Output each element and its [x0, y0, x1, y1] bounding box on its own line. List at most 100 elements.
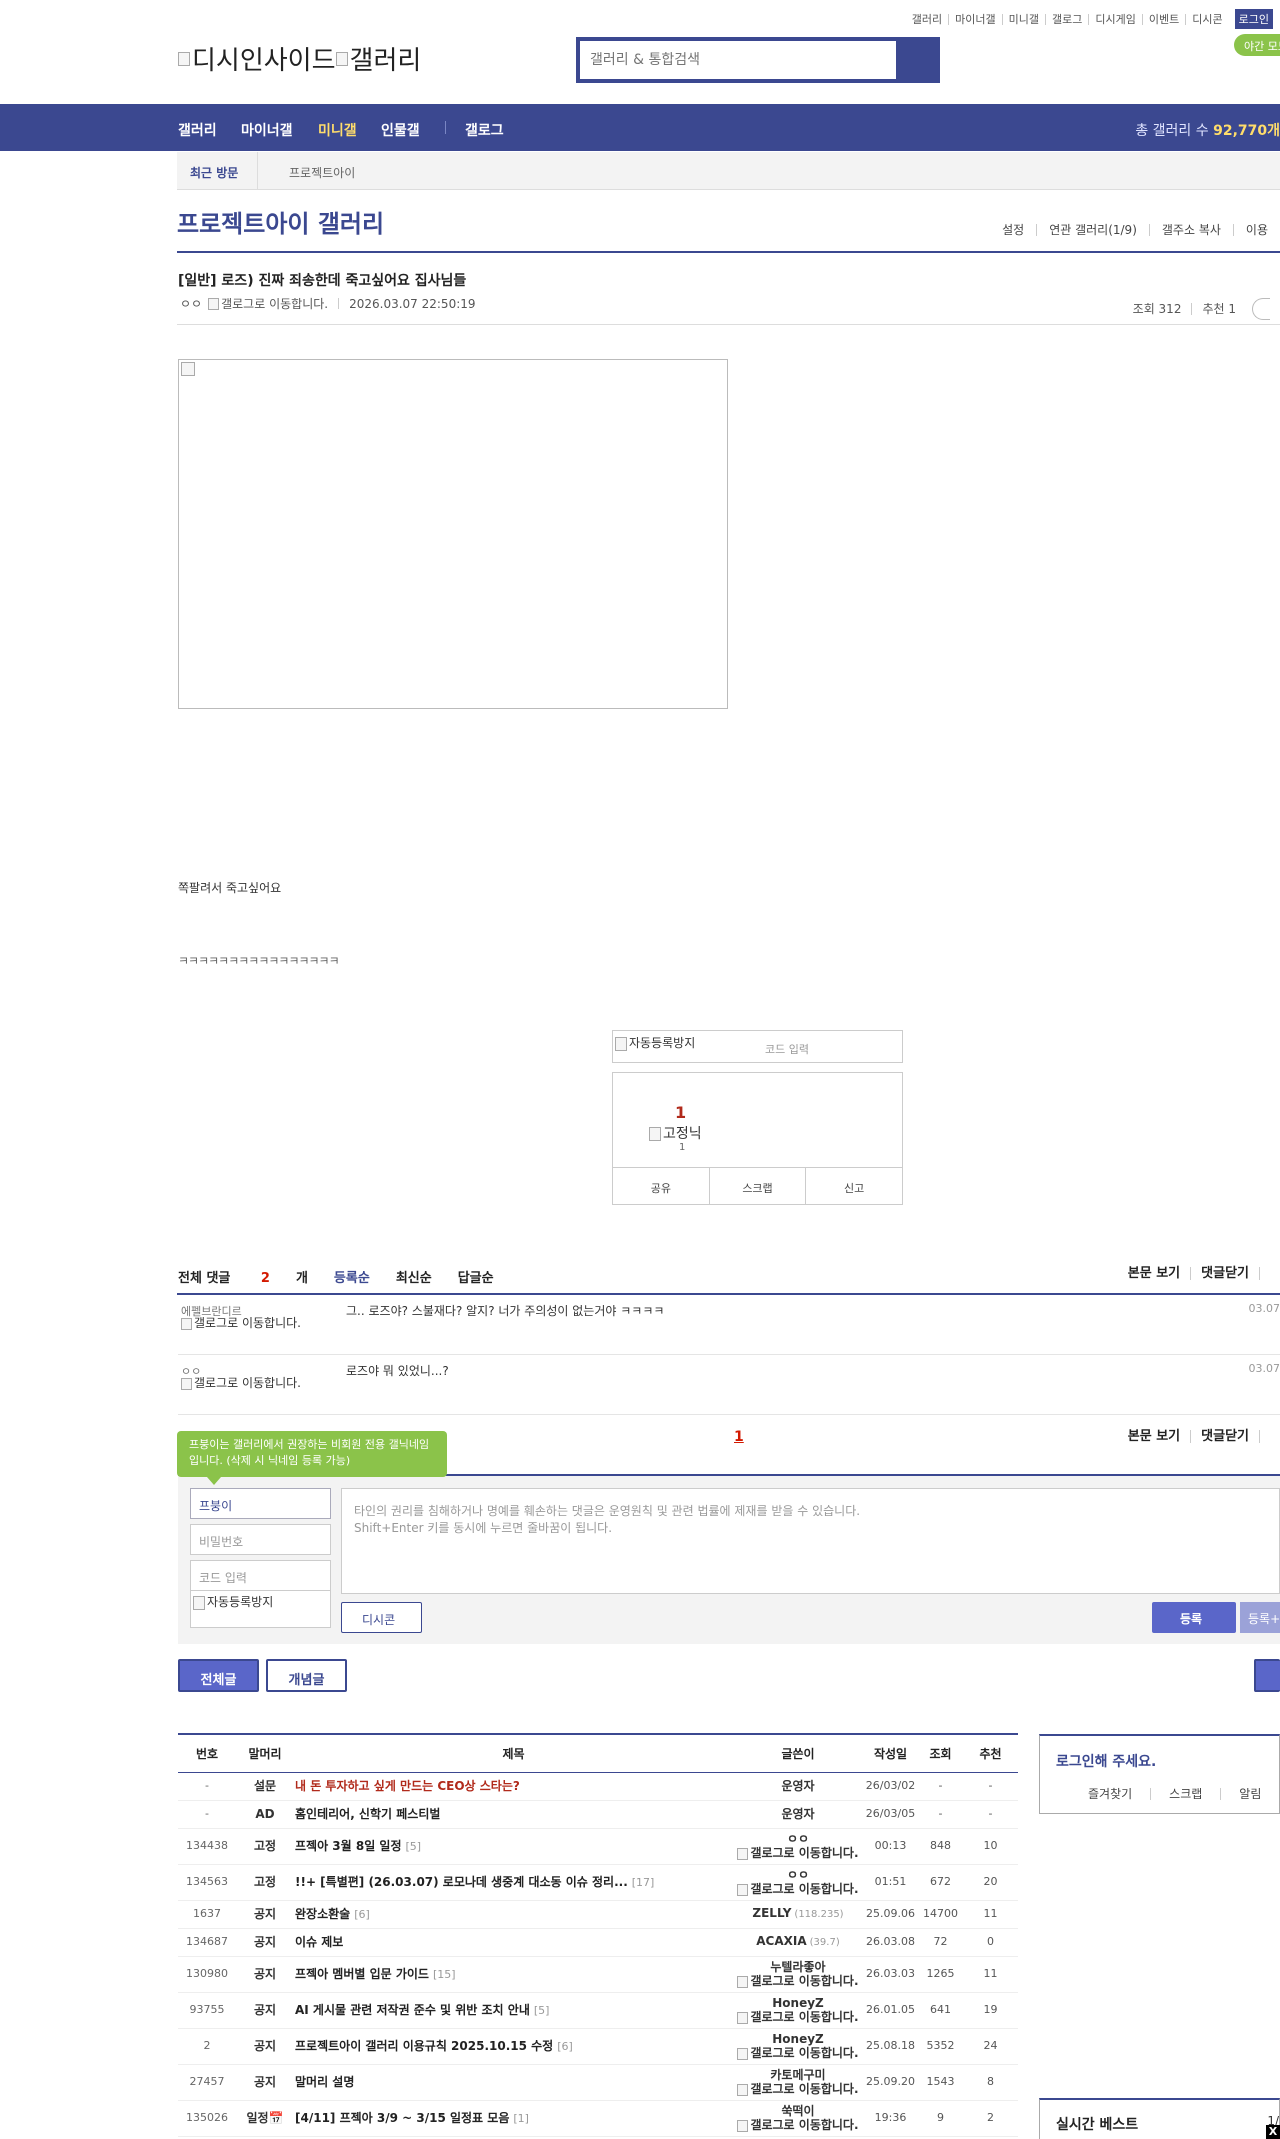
search-input[interactable] — [580, 41, 896, 79]
writer-nick[interactable]: 운영자 — [781, 1779, 814, 1793]
post-author-gallog[interactable]: 갤로그로 이동합니다. — [221, 295, 328, 312]
related-gallery-link[interactable]: 연관 갤러리(1/9) — [1036, 224, 1149, 236]
post-title-link[interactable]: 프젝아 3월 8일 일정 — [295, 1839, 402, 1853]
writer-nick[interactable]: ㅇㅇ — [787, 1832, 809, 1846]
post-title-link[interactable]: AI 게시물 관련 저작권 준수 및 위반 조치 안내 — [295, 2003, 530, 2017]
gallery-title[interactable]: 프로젝트아이 갤러리 — [177, 204, 384, 239]
writer-gallog-link[interactable]: 갤로그로 이동합니다. — [734, 2046, 862, 2060]
writer-gallog-link[interactable]: 갤로그로 이동합니다. — [734, 1846, 862, 1860]
writer-nick[interactable]: ACAXIA — [756, 1934, 806, 1948]
post-title-cell[interactable]: 이슈 제보 — [294, 1928, 733, 1957]
post-writer[interactable]: HoneyZ 갤로그로 이동합니다. — [733, 1992, 863, 2029]
writer-nick[interactable]: HoneyZ — [772, 2032, 824, 2046]
util-link-event[interactable]: 이벤트 — [1141, 13, 1185, 25]
search-button[interactable] — [896, 37, 940, 83]
close-icon[interactable]: X — [1266, 2125, 1280, 2139]
util-link-dcgame[interactable]: 디시게임 — [1088, 13, 1141, 25]
share-circle-button[interactable] — [1252, 298, 1270, 320]
report-button[interactable]: 신고 — [805, 1168, 902, 1204]
post-writer[interactable]: 카토메구미 갤로그로 이동합니다. — [733, 2064, 863, 2101]
writer-nick[interactable]: 쑥떡이 — [781, 2104, 814, 2118]
post-author[interactable]: ㅇㅇ — [180, 295, 202, 312]
post-title-link[interactable]: 완장소환술 — [295, 1907, 350, 1921]
recent-label[interactable]: 최근 방문 — [190, 164, 238, 181]
post-writer[interactable]: ACAXIA (39.7) — [733, 1928, 863, 1957]
post-writer[interactable]: ㅇㅇ 갤로그로 이동합니다. — [733, 1828, 863, 1865]
comment-page-1[interactable]: 1 — [734, 1429, 744, 1445]
post-writer[interactable]: HoneyZ 갤로그로 이동합니다. — [733, 2028, 863, 2065]
writer-nick[interactable]: HoneyZ — [772, 1996, 824, 2010]
post-writer[interactable]: 운영자 — [733, 1800, 863, 1829]
recent-gallery-link[interactable]: 프로젝트아이 — [289, 164, 355, 181]
password-input[interactable]: 비밀번호 — [190, 1524, 331, 1555]
util-link-gallery[interactable]: 갤러리 — [906, 14, 948, 25]
table-row[interactable]: 2 공지 프로젝트아이 갤러리 이용규칙 2025.10.15 수정 [6] Honey… — [178, 2028, 1018, 2065]
comment-gallog-link[interactable]: 갤로그로 이동합니다. — [181, 1377, 311, 1390]
post-writer[interactable]: ㅇㅇ 갤로그로 이동합니다. — [733, 1864, 863, 1901]
table-row[interactable]: - 설문 내 돈 투자하고 싶게 만드는 CEO상 스타는? 운영자 26/03/02-… — [178, 1772, 1018, 1801]
favorites-link[interactable]: 즐겨찾기 — [1040, 1788, 1150, 1800]
login-prompt[interactable]: 로그인해 주세요. — [1056, 1751, 1156, 1771]
nav-person[interactable]: 인물갤 — [381, 120, 420, 140]
write-button[interactable] — [1254, 1659, 1280, 1692]
close-comments-link[interactable]: 댓글닫기 — [1190, 1267, 1259, 1280]
reply-count[interactable]: [6] — [557, 2040, 573, 2053]
reply-count[interactable]: [5] — [406, 1840, 422, 1853]
post-title-link[interactable]: [4/11] 프젝아 3/9 ~ 3/15 일정표 모음 — [295, 2111, 509, 2125]
post-title-cell[interactable]: !!+ [특별편] (26.03.07) 로모나데 생중계 대소동 이슈 정리.… — [294, 1864, 733, 1901]
writer-nick[interactable]: ㅇㅇ — [787, 1868, 809, 1882]
post-title-cell[interactable]: 완장소환술 [6] — [294, 1900, 733, 1929]
scrap-button[interactable]: 스크랩 — [708, 1168, 806, 1204]
captcha-code-input[interactable]: 코드 입력 — [190, 1560, 331, 1590]
post-writer[interactable]: 운영자 — [733, 1772, 863, 1801]
nav-mini[interactable]: 미니갤 — [318, 120, 357, 140]
post-title-link[interactable]: 프젝아 멤버별 입문 가이드 — [295, 1967, 429, 1981]
refresh-link[interactable] — [1259, 1267, 1280, 1280]
sort-latest[interactable]: 최신순 — [396, 1267, 432, 1286]
writer-gallog-link[interactable]: 갤로그로 이동합니다. — [734, 2118, 862, 2132]
settings-link[interactable]: 설정 — [990, 224, 1036, 236]
util-link-mini[interactable]: 미니갤 — [1001, 13, 1045, 25]
util-link-dccon[interactable]: 디시콘 — [1185, 13, 1228, 25]
submit-recommend-button[interactable]: 등록+추천 — [1240, 1602, 1280, 1633]
table-row[interactable]: 134438 고정 프젝아 3월 8일 일정 [5] ㅇㅇ 갤로그로 이동합니다. 00:1… — [178, 1828, 1018, 1865]
table-row[interactable]: - AD 홈인테리어, 신학기 페스티벌 운영자 26/03/05- - — [178, 1800, 1018, 1829]
night-mode-button[interactable]: 야간 모드 — [1234, 34, 1280, 56]
login-button[interactable]: 로그인 — [1234, 9, 1273, 29]
view-post-link[interactable]: 본문 보기 — [1118, 1267, 1190, 1280]
refresh-link[interactable] — [1259, 1430, 1280, 1443]
reply-count[interactable]: [6] — [354, 1908, 370, 1921]
table-row[interactable]: 93755 공지 AI 게시물 관련 저작권 준수 및 위반 조치 안내 [5] Hon… — [178, 1992, 1018, 2029]
util-link-gallog[interactable]: 갤로그 — [1045, 13, 1088, 25]
dccon-button[interactable]: 디시콘 — [341, 1602, 422, 1633]
tab-concept-posts[interactable]: 개념글 — [266, 1659, 347, 1692]
post-writer[interactable]: 쑥떡이 갤로그로 이동합니다. — [733, 2100, 863, 2137]
post-title-link[interactable]: 이슈 제보 — [295, 1935, 343, 1949]
close-comments-link[interactable]: 댓글닫기 — [1190, 1430, 1259, 1443]
view-post-link[interactable]: 본문 보기 — [1118, 1430, 1190, 1443]
post-title-link[interactable]: !!+ [특별편] (26.03.07) 로모나데 생중계 대소동 이슈 정리.… — [295, 1875, 628, 1889]
submit-button[interactable]: 등록 — [1152, 1602, 1236, 1633]
post-title-link[interactable]: 내 돈 투자하고 싶게 만드는 CEO상 스타는? — [295, 1779, 520, 1793]
table-row[interactable]: 130980 공지 프젝아 멤버별 입문 가이드 [15] 누텔라좋아 갤로그로 이동합니… — [178, 1956, 1018, 1993]
writer-gallog-link[interactable]: 갤로그로 이동합니다. — [734, 1974, 862, 1988]
table-row[interactable]: 1637 공지 완장소환술 [6] ZELLY (118.235) 25.09.06 1470… — [178, 1900, 1018, 1929]
reply-count[interactable]: [5] — [534, 2004, 550, 2017]
post-title-cell[interactable]: 프젝아 3월 8일 일정 [5] — [294, 1828, 733, 1865]
util-link-minor[interactable]: 마이너갤 — [948, 13, 1001, 25]
post-writer[interactable]: 누텔라좋아 갤로그로 이동합니다. — [733, 1956, 863, 1993]
reply-count[interactable]: [17] — [632, 1876, 655, 1889]
post-title-cell[interactable]: 프젝아 멤버별 입문 가이드 [15] — [294, 1956, 733, 1993]
post-title-cell[interactable]: 홈인테리어, 신학기 페스티벌 — [294, 1800, 733, 1829]
nav-minor[interactable]: 마이너갤 — [241, 120, 293, 140]
nav-gallog[interactable]: 갤로그 — [465, 120, 504, 140]
reply-count[interactable]: [15] — [433, 1968, 456, 1981]
writer-nick[interactable]: ZELLY — [752, 1906, 791, 1920]
reply-count[interactable]: [1] — [513, 2112, 529, 2125]
nickname-input[interactable]: 프붕이 — [190, 1488, 331, 1519]
post-title-link[interactable]: 말머리 설명 — [295, 2075, 354, 2089]
table-row[interactable]: 135026 일정📅 [4/11] 프젝아 3/9 ~ 3/15 일정표 모음 [1]… — [178, 2100, 1018, 2137]
writer-gallog-link[interactable]: 갤로그로 이동합니다. — [734, 2010, 862, 2024]
post-title-cell[interactable]: 내 돈 투자하고 싶게 만드는 CEO상 스타는? — [294, 1772, 733, 1801]
sort-reply[interactable]: 답글순 — [458, 1267, 494, 1286]
